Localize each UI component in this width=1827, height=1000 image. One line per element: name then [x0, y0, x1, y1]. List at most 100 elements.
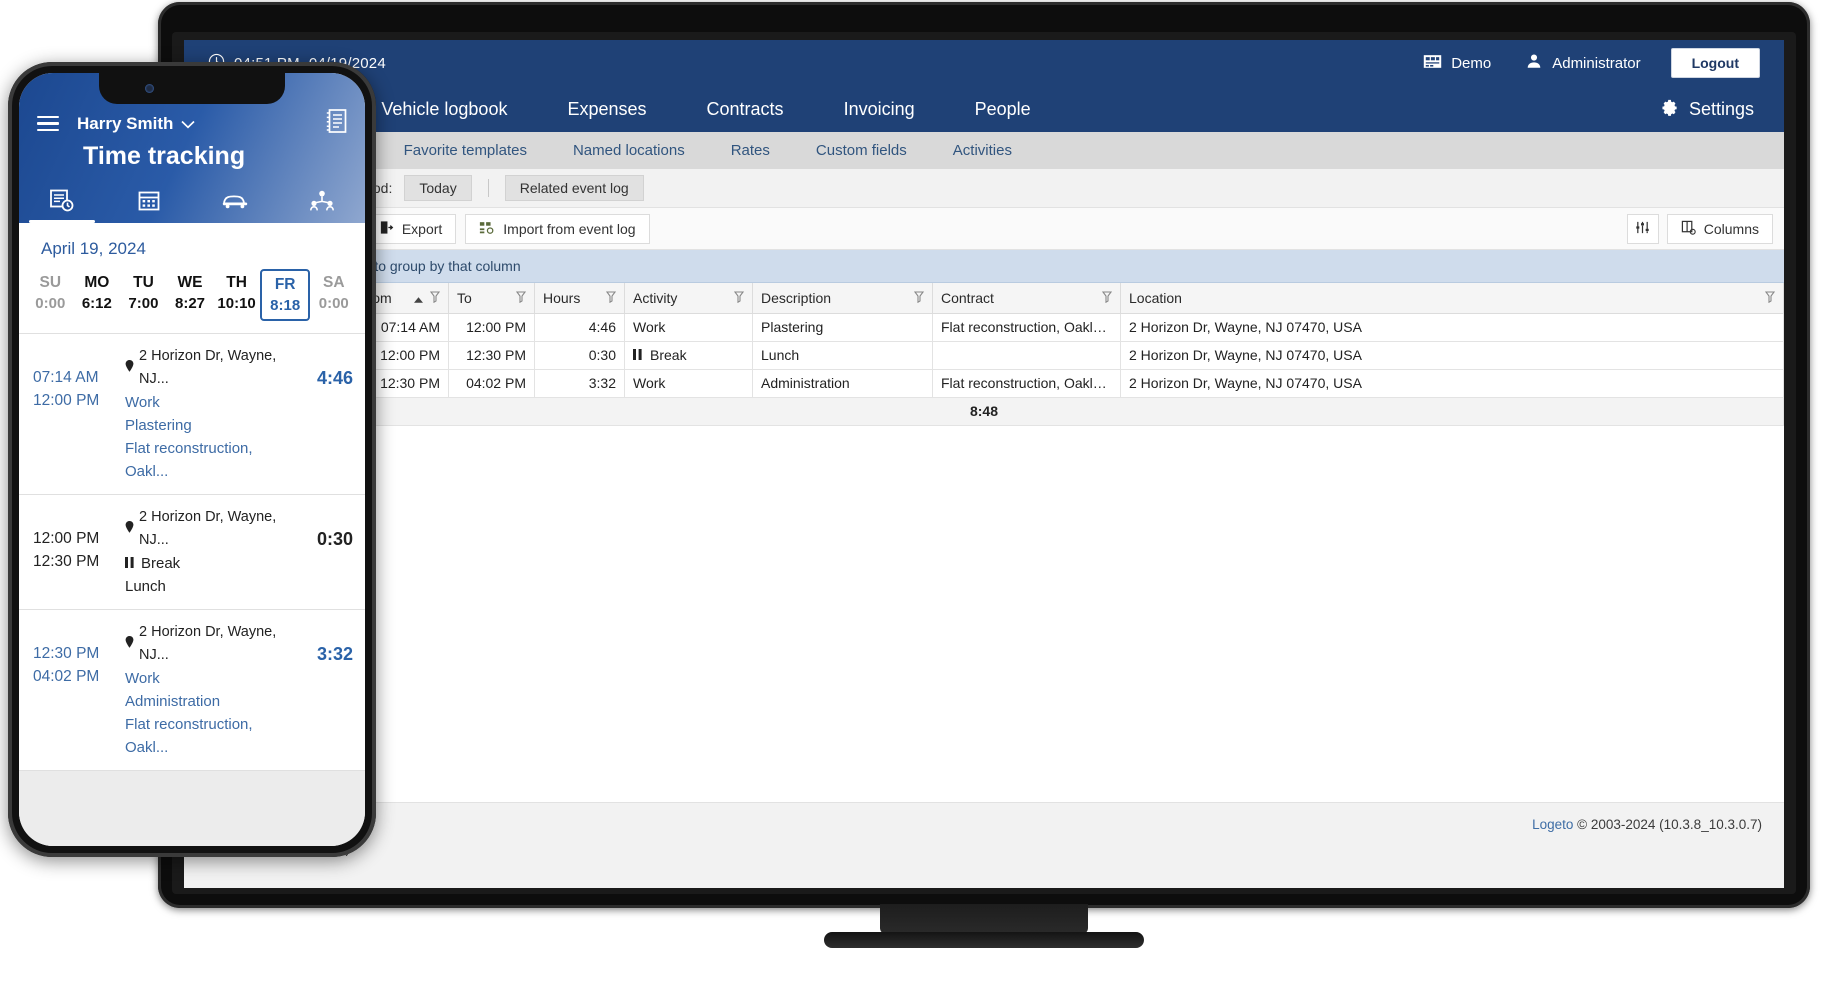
table-row[interactable]: 04/19/2024 Fr 12:30 PM 04:02 PM 3:32 Wor… [184, 368, 1784, 398]
subnav-item-rates[interactable]: Rates [708, 142, 793, 159]
import-from-event-log-button[interactable]: Import from event log [465, 213, 650, 244]
user-menu[interactable]: Administrator [1525, 52, 1641, 74]
column-header-contract[interactable]: Contract [932, 283, 1121, 314]
phone-user-selector[interactable]: Harry Smith [77, 114, 195, 134]
car-icon [222, 192, 249, 214]
import-icon [479, 220, 495, 238]
subnav-item-named-locations[interactable]: Named locations [550, 142, 708, 159]
logout-button[interactable]: Logout [1670, 48, 1760, 78]
calendar-icon [138, 190, 160, 216]
filter-bar: Period: Today Related event log [184, 169, 1784, 208]
cell-to: 12:30 PM [448, 340, 535, 370]
chevron-down-icon [181, 114, 195, 134]
phone-day-hours: 7:00 [128, 295, 159, 312]
phone-screen: Harry Smith Time tracking April 19, 2024… [19, 73, 365, 846]
column-label-activity: Activity [633, 289, 678, 306]
gear-icon [1658, 96, 1679, 122]
filter-icon[interactable] [429, 290, 441, 306]
phone-entry-hours: 4:46 [316, 368, 353, 388]
subnav-item-activities[interactable]: Activities [930, 142, 1035, 159]
cell-activity: Work [624, 368, 753, 398]
nav-item-people[interactable]: People [945, 86, 1061, 132]
nav-item-contracts[interactable]: Contracts [677, 86, 814, 132]
user-icon [1525, 52, 1543, 74]
column-header-activity[interactable]: Activity [624, 283, 753, 314]
phone-day-mo[interactable]: MO 6:12 [74, 269, 121, 321]
cell-description: Plastering [752, 312, 933, 342]
cell-activity: Work [624, 312, 753, 342]
phone-tab-bar [19, 183, 365, 223]
phone-entry-times: 07:14 AM 12:00 PM [33, 345, 125, 483]
phone-entry-location-row: 2 Horizon Dr, Wayne, NJ... [125, 345, 297, 391]
phone-day-fr[interactable]: FR 8:18 [259, 269, 311, 321]
mainnav-spacer [1061, 86, 1658, 132]
phone-user-name: Harry Smith [77, 113, 174, 133]
filter-icon[interactable] [733, 290, 745, 306]
export-button[interactable]: Export [364, 213, 457, 244]
cell-contract [932, 340, 1121, 370]
phone-day-su[interactable]: SU 0:00 [27, 269, 74, 321]
phone-selected-date[interactable]: April 19, 2024 [19, 223, 365, 269]
filter-icon[interactable] [1101, 290, 1113, 306]
list-item[interactable]: 12:30 PM 04:02 PM 2 Horizon Dr, Wayne, N… [19, 610, 365, 771]
phone-tab-team[interactable] [279, 183, 366, 223]
phone-day-tu[interactable]: TU 7:00 [120, 269, 167, 321]
columns-button[interactable]: Columns [1666, 213, 1773, 244]
related-event-log-button[interactable]: Related event log [504, 175, 644, 201]
desktop-monitor: 04:51 PM 04/19/2024 Demo [158, 2, 1810, 968]
export-label: Export [401, 220, 443, 237]
nav-item-invoicing[interactable]: Invoicing [814, 86, 945, 132]
cell-hours: 4:46 [534, 312, 625, 342]
phone-entry-hours: 3:32 [316, 644, 353, 664]
column-header-hours[interactable]: Hours [534, 283, 625, 314]
phone-tab-calendar[interactable] [106, 183, 193, 223]
phone-entry-start: 12:30 PM [33, 645, 100, 662]
time-entries-grid: Date Day From [184, 283, 1784, 426]
filter-icon[interactable] [515, 290, 527, 306]
phone-entry-activity: Break [141, 555, 181, 572]
column-label-description: Description [761, 289, 832, 306]
phone-entry-end: 12:00 PM [33, 392, 100, 409]
phone-entry-end: 12:30 PM [33, 553, 100, 570]
phone-day-name: SU [39, 274, 62, 291]
table-row[interactable]: 04/19/2024 Fr 12:00 PM 12:30 PM 0:30 Bre… [184, 340, 1784, 370]
group-by-panel[interactable]: Drag a column header here to group by th… [184, 250, 1784, 283]
document-list-icon[interactable] [326, 109, 347, 138]
web-application: 04:51 PM 04/19/2024 Demo [184, 40, 1784, 888]
phone-tab-timesheet[interactable] [19, 183, 106, 223]
phone-day-name: TU [133, 274, 154, 291]
column-label-location: Location [1129, 289, 1182, 306]
cell-hours: 0:30 [534, 340, 625, 370]
brand-link[interactable]: Logeto [1532, 817, 1573, 832]
filter-icon[interactable] [605, 290, 617, 306]
column-header-location[interactable]: Location [1120, 283, 1784, 314]
phone-day-we[interactable]: WE 8:27 [167, 269, 214, 321]
column-header-to[interactable]: To [448, 283, 535, 314]
monitor-inner-frame: 04:51 PM 04/19/2024 Demo [172, 32, 1796, 894]
filter-icon[interactable] [1764, 290, 1776, 306]
phone-day-hours: 0:00 [318, 295, 349, 312]
settings-button[interactable]: Settings [1658, 86, 1784, 132]
hamburger-menu-icon[interactable] [37, 112, 59, 136]
period-value-chip[interactable]: Today [404, 175, 472, 201]
phone-day-hours: 8:18 [270, 297, 301, 314]
columns-label: Columns [1703, 220, 1759, 237]
phone-tab-vehicle[interactable] [192, 183, 279, 223]
pause-icon [633, 347, 642, 363]
list-item[interactable]: 07:14 AM 12:00 PM 2 Horizon Dr, Wayne, N… [19, 334, 365, 495]
phone-day-sa[interactable]: SA 0:00 [310, 269, 357, 321]
phone-day-th[interactable]: TH 10:10 [213, 269, 260, 321]
subnav-item-custom-fields[interactable]: Custom fields [793, 142, 930, 159]
screenshot-root: 04:51 PM 04/19/2024 Demo [0, 0, 1827, 1000]
table-row[interactable]: 04/19/2024 Fr 07:14 AM 12:00 PM 4:46 Wor… [184, 312, 1784, 342]
company-selector[interactable]: Demo [1423, 54, 1491, 73]
column-header-description[interactable]: Description [752, 283, 933, 314]
phone-day-name: MO [84, 274, 110, 291]
filter-icon[interactable] [913, 290, 925, 306]
grid-settings-button[interactable] [1626, 213, 1659, 244]
phone-entry-location: 2 Horizon Dr, Wayne, NJ... [139, 509, 277, 548]
nav-item-vehicle-logbook[interactable]: Vehicle logbook [351, 86, 537, 132]
list-item[interactable]: 12:00 PM 12:30 PM 2 Horizon Dr, Wayne, N… [19, 495, 365, 610]
nav-item-expenses[interactable]: Expenses [537, 86, 676, 132]
subnav-item-favorite-templates[interactable]: Favorite templates [381, 142, 550, 159]
